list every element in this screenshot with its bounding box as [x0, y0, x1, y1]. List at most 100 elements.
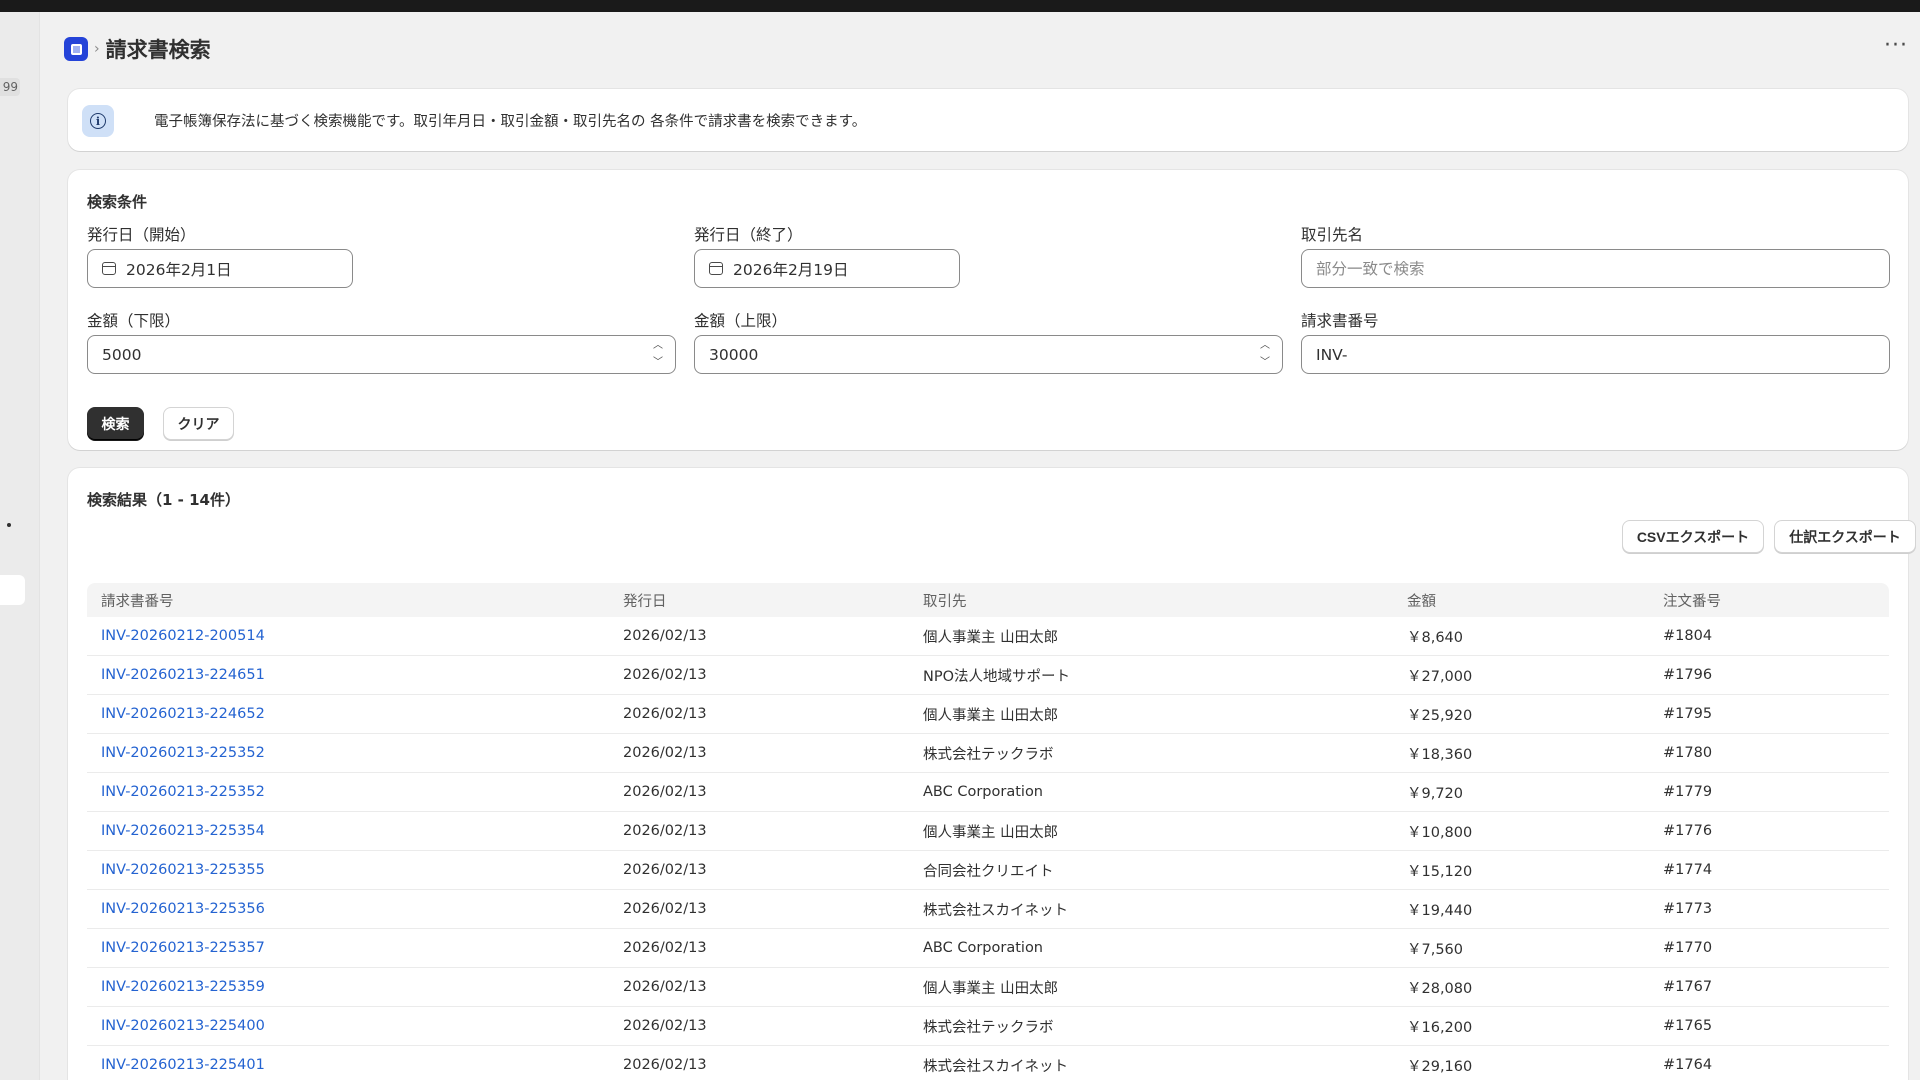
- invoice-link[interactable]: INV-20260213-225354: [101, 812, 265, 850]
- client-name: 株式会社スカイネット: [923, 902, 1068, 919]
- column-header-invoice[interactable]: 請求書番号: [101, 583, 174, 617]
- results-table: 請求書番号 発行日 取引先 金額 注文番号 INV-20260212-20051…: [87, 583, 1889, 1080]
- amount: ￥27,000: [1407, 668, 1473, 685]
- issue-date: 2026/02/13: [623, 706, 707, 722]
- column-header-order[interactable]: 注文番号: [1663, 583, 1721, 617]
- amount: ￥29,160: [1407, 1058, 1473, 1075]
- invoice-link[interactable]: INV-20260213-225357: [101, 929, 265, 967]
- amount: ￥25,920: [1407, 707, 1473, 724]
- page-title: 請求書検索: [105, 38, 211, 62]
- clear-button[interactable]: クリア: [163, 407, 234, 440]
- breadcrumb: › 請求書検索: [64, 34, 211, 64]
- order-number: #1776: [1663, 823, 1713, 839]
- sidebar-selected-item[interactable]: [0, 575, 25, 605]
- table-row[interactable]: INV-20260213-225355 2026/02/13 合同会社クリエイト ￥1…: [87, 851, 1889, 890]
- table-row[interactable]: INV-20260213-224652 2026/02/13 個人事業主 山田太郎 ￥…: [87, 695, 1889, 734]
- chevron-up-icon[interactable]: ︿: [1260, 339, 1270, 353]
- client-name: 株式会社テックラボ: [923, 1019, 1054, 1036]
- amount-min-value: 5000: [102, 345, 142, 364]
- main-page: › 請求書検索 ··· i 電子帳簿保存法に基づく検索機能です。取引年月日・取引…: [40, 12, 1920, 1080]
- issue-date: 2026/02/13: [623, 628, 707, 644]
- table-row[interactable]: INV-20260213-225400 2026/02/13 株式会社テックラボ ￥1…: [87, 1007, 1889, 1046]
- amount-max-value: 30000: [709, 345, 759, 364]
- table-row[interactable]: INV-20260213-224651 2026/02/13 NPO法人地域サポート…: [87, 656, 1889, 695]
- invoice-link[interactable]: INV-20260213-225400: [101, 1007, 265, 1045]
- info-icon: i: [82, 105, 114, 137]
- sidebar-dot: [7, 523, 11, 527]
- amount-min-label: 金額（下限）: [87, 312, 181, 330]
- window-top-bar: [0, 0, 1920, 12]
- issue-date: 2026/02/13: [623, 1018, 707, 1034]
- amount-max-stepper[interactable]: ︿ ﹀: [1256, 339, 1274, 370]
- amount: ￥16,200: [1407, 1019, 1473, 1036]
- table-row[interactable]: INV-20260213-225359 2026/02/13 個人事業主 山田太郎 ￥…: [87, 968, 1889, 1007]
- amount-min-stepper[interactable]: ︿ ﹀: [649, 339, 667, 370]
- more-icon[interactable]: ···: [1884, 35, 1908, 57]
- amount-max-label: 金額（上限）: [694, 312, 788, 330]
- client-name: 個人事業主 山田太郎: [923, 980, 1059, 997]
- table-row[interactable]: INV-20260212-200514 2026/02/13 個人事業主 山田太郎 ￥…: [87, 617, 1889, 656]
- table-row[interactable]: INV-20260213-225352 2026/02/13 ABC Corpora…: [87, 773, 1889, 812]
- date-end-field[interactable]: 2026年2月19日: [694, 249, 960, 288]
- invoice-link[interactable]: INV-20260213-224651: [101, 656, 265, 694]
- chevron-right-icon: ›: [94, 41, 100, 57]
- invoice-link[interactable]: INV-20260213-225401: [101, 1046, 265, 1080]
- date-start-field[interactable]: 2026年2月1日: [87, 249, 353, 288]
- journal-export-button[interactable]: 仕訳エクスポート: [1774, 520, 1916, 553]
- invoice-link[interactable]: INV-20260213-225352: [101, 734, 265, 772]
- issue-date: 2026/02/13: [623, 667, 707, 683]
- chevron-down-icon[interactable]: ﹀: [1260, 356, 1270, 370]
- calendar-icon: [102, 262, 116, 275]
- issue-date: 2026/02/13: [623, 1057, 707, 1073]
- invoice-number-field[interactable]: INV-: [1301, 335, 1890, 374]
- table-row[interactable]: INV-20260213-225352 2026/02/13 株式会社テックラボ ￥1…: [87, 734, 1889, 773]
- client-name: ABC Corporation: [923, 784, 1044, 800]
- order-number: #1767: [1663, 979, 1713, 995]
- column-header-date[interactable]: 発行日: [623, 583, 667, 617]
- invoice-link[interactable]: INV-20260213-225359: [101, 968, 265, 1006]
- client-name-field[interactable]: [1301, 249, 1890, 288]
- date-end-label: 発行日（終了）: [694, 226, 803, 244]
- invoice-number-label: 請求書番号: [1301, 312, 1379, 330]
- order-number: #1765: [1663, 1018, 1713, 1034]
- left-sidebar-edge: 99: [0, 12, 40, 1080]
- invoice-link[interactable]: INV-20260213-224652: [101, 695, 265, 733]
- amount: ￥19,440: [1407, 902, 1473, 919]
- order-number: #1774: [1663, 862, 1713, 878]
- amount: ￥7,560: [1407, 941, 1464, 958]
- table-row[interactable]: INV-20260213-225401 2026/02/13 株式会社スカイネット ￥…: [87, 1046, 1889, 1080]
- calendar-icon: [709, 262, 723, 275]
- invoice-link[interactable]: INV-20260213-225356: [101, 890, 265, 928]
- chevron-up-icon[interactable]: ︿: [653, 339, 663, 353]
- table-row[interactable]: INV-20260213-225356 2026/02/13 株式会社スカイネット ￥…: [87, 890, 1889, 929]
- order-number: #1796: [1663, 667, 1713, 683]
- invoice-link[interactable]: INV-20260212-200514: [101, 617, 265, 655]
- app-icon[interactable]: [64, 37, 88, 61]
- client-name: 株式会社スカイネット: [923, 1058, 1068, 1075]
- client-name-label: 取引先名: [1301, 226, 1364, 244]
- amount-min-field[interactable]: 5000 ︿ ﹀: [87, 335, 676, 374]
- client-name: 個人事業主 山田太郎: [923, 707, 1059, 724]
- chevron-down-icon[interactable]: ﹀: [653, 356, 663, 370]
- date-start-label: 発行日（開始）: [87, 226, 196, 244]
- table-row[interactable]: INV-20260213-225354 2026/02/13 個人事業主 山田太郎 ￥…: [87, 812, 1889, 851]
- date-end-value: 2026年2月19日: [733, 260, 849, 279]
- invoice-link[interactable]: INV-20260213-225352: [101, 773, 265, 811]
- date-start-value: 2026年2月1日: [126, 260, 232, 279]
- client-name-input[interactable]: [1316, 259, 1889, 278]
- invoice-number-value: INV-: [1316, 345, 1348, 364]
- sidebar-badge: 99: [0, 78, 20, 96]
- issue-date: 2026/02/13: [623, 823, 707, 839]
- info-banner-text: 電子帳簿保存法に基づく検索機能です。取引年月日・取引金額・取引先名の 各条件で請…: [154, 114, 867, 130]
- amount-max-field[interactable]: 30000 ︿ ﹀: [694, 335, 1283, 374]
- search-results-card: 検索結果（1 - 14件） CSVエクスポート 仕訳エクスポート 請求書番号 発…: [68, 468, 1916, 1080]
- column-header-client[interactable]: 取引先: [923, 583, 967, 617]
- csv-export-button[interactable]: CSVエクスポート: [1622, 520, 1764, 553]
- amount: ￥10,800: [1407, 824, 1473, 841]
- amount: ￥18,360: [1407, 746, 1473, 763]
- search-button[interactable]: 検索: [87, 407, 144, 440]
- table-row[interactable]: INV-20260213-225357 2026/02/13 ABC Corpora…: [87, 929, 1889, 968]
- invoice-link[interactable]: INV-20260213-225355: [101, 851, 265, 889]
- order-number: #1804: [1663, 628, 1713, 644]
- column-header-amount[interactable]: 金額: [1407, 583, 1436, 617]
